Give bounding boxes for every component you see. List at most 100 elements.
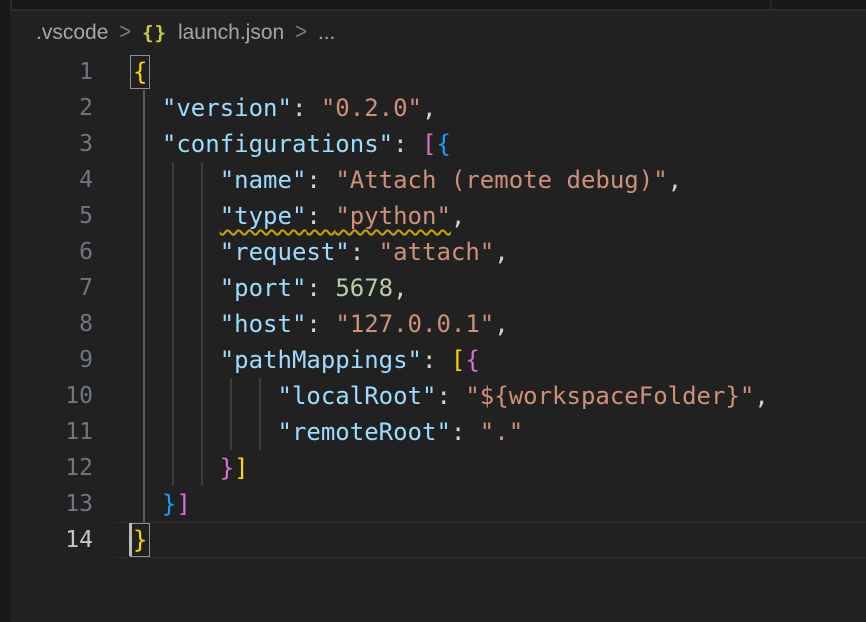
breadcrumb: .vscode > {} launch.json > ... bbox=[10, 11, 866, 54]
json-file-icon: {} bbox=[142, 22, 167, 44]
code-line[interactable]: 2 "version": "0.2.0", bbox=[10, 90, 866, 126]
code-token: } bbox=[220, 454, 234, 482]
code-line-content: { bbox=[133, 54, 147, 90]
line-number[interactable]: 9 bbox=[10, 342, 93, 378]
code-line[interactable]: 1{ bbox=[10, 54, 866, 90]
code-token: "0.2.0" bbox=[321, 94, 422, 122]
code-token: 5678 bbox=[335, 274, 393, 302]
code-area[interactable]: 1{2 "version": "0.2.0",3 "configurations… bbox=[10, 54, 866, 558]
code-token bbox=[133, 346, 220, 374]
code-token: "python" bbox=[335, 202, 451, 230]
tab-separator bbox=[770, 0, 772, 9]
line-number[interactable]: 7 bbox=[10, 270, 93, 306]
code-token: "${workspaceFolder}" bbox=[465, 382, 754, 410]
code-token: ] bbox=[234, 454, 248, 482]
code-token: ] bbox=[176, 490, 190, 518]
code-line[interactable]: 4 "name": "Attach (remote debug)", bbox=[10, 162, 866, 198]
line-number[interactable]: 10 bbox=[10, 378, 93, 414]
vscode-window: .vscode > {} launch.json > ... 1{2 "vers… bbox=[0, 0, 866, 622]
code-token: , bbox=[668, 166, 682, 194]
line-number[interactable]: 2 bbox=[10, 90, 93, 126]
code-token: : bbox=[451, 418, 480, 446]
tab-bar-edge bbox=[0, 0, 866, 9]
code-line[interactable]: 14} bbox=[10, 522, 866, 558]
code-token: , bbox=[422, 94, 436, 122]
chevron-right-icon: > bbox=[295, 19, 307, 45]
code-line[interactable]: 6 "request": "attach", bbox=[10, 234, 866, 270]
code-token: : bbox=[393, 130, 422, 158]
line-number[interactable]: 8 bbox=[10, 306, 93, 342]
code-token bbox=[133, 130, 162, 158]
code-token: : bbox=[436, 382, 465, 410]
code-token: : bbox=[306, 310, 335, 338]
code-line-content: }] bbox=[133, 450, 249, 486]
line-number[interactable]: 12 bbox=[10, 450, 93, 486]
code-token: "configurations" bbox=[162, 130, 393, 158]
chevron-right-icon: > bbox=[119, 19, 131, 45]
code-token: "version" bbox=[162, 94, 292, 122]
breadcrumb-symbol-ellipsis[interactable]: ... bbox=[318, 21, 336, 45]
code-token: , bbox=[754, 382, 768, 410]
code-line[interactable]: 5 "type": "python", bbox=[10, 198, 866, 234]
code-line-content: "pathMappings": [{ bbox=[133, 342, 480, 378]
code-token: "name" bbox=[220, 166, 307, 194]
code-token: , bbox=[393, 274, 407, 302]
line-number[interactable]: 3 bbox=[10, 126, 93, 162]
code-token: : bbox=[422, 346, 451, 374]
code-token: , bbox=[494, 238, 508, 266]
sidebar-border bbox=[10, 0, 12, 9]
code-token: : bbox=[306, 166, 335, 194]
code-line[interactable]: 12 }] bbox=[10, 450, 866, 486]
code-token: } bbox=[162, 490, 176, 518]
code-line[interactable]: 10 "localRoot": "${workspaceFolder}", bbox=[10, 378, 866, 414]
code-token bbox=[133, 202, 220, 230]
code-line[interactable]: 11 "remoteRoot": "." bbox=[10, 414, 866, 450]
code-token: [ bbox=[422, 130, 436, 158]
sidebar-edge bbox=[0, 0, 10, 622]
code-token: "attach" bbox=[379, 238, 495, 266]
line-number[interactable]: 1 bbox=[10, 54, 93, 90]
code-line-content: "type": "python", bbox=[133, 198, 465, 234]
code-line[interactable]: 7 "port": 5678, bbox=[10, 270, 866, 306]
code-line[interactable]: 9 "pathMappings": [{ bbox=[10, 342, 866, 378]
code-line-content: "request": "attach", bbox=[133, 234, 509, 270]
code-token: , bbox=[451, 202, 465, 230]
code-line[interactable]: 8 "host": "127.0.0.1", bbox=[10, 306, 866, 342]
code-line-content: "configurations": [{ bbox=[133, 126, 451, 162]
code-token: : bbox=[306, 202, 335, 230]
line-number[interactable]: 5 bbox=[10, 198, 93, 234]
editor-pane: .vscode > {} launch.json > ... 1{2 "vers… bbox=[10, 11, 866, 622]
code-line[interactable]: 13 }] bbox=[10, 486, 866, 522]
code-line-content: } bbox=[133, 522, 147, 558]
code-token: "remoteRoot" bbox=[278, 418, 451, 446]
code-token: : bbox=[350, 238, 379, 266]
code-token: "pathMappings" bbox=[220, 346, 422, 374]
code-token: { bbox=[436, 130, 450, 158]
breadcrumb-folder[interactable]: .vscode bbox=[36, 21, 108, 45]
matched-bracket: } bbox=[133, 526, 147, 554]
code-line-content: "localRoot": "${workspaceFolder}", bbox=[133, 378, 769, 414]
current-line-highlight bbox=[115, 522, 866, 558]
code-token bbox=[133, 238, 220, 266]
code-line-content: "name": "Attach (remote debug)", bbox=[133, 162, 682, 198]
line-number[interactable]: 14 bbox=[10, 522, 93, 558]
line-number[interactable]: 13 bbox=[10, 486, 93, 522]
code-token: , bbox=[494, 310, 508, 338]
code-token: "request" bbox=[220, 238, 350, 266]
line-number[interactable]: 4 bbox=[10, 162, 93, 198]
code-token bbox=[133, 454, 220, 482]
code-token: : bbox=[306, 274, 335, 302]
code-line[interactable]: 3 "configurations": [{ bbox=[10, 126, 866, 162]
line-number[interactable]: 11 bbox=[10, 414, 93, 450]
code-token: "type" bbox=[220, 202, 307, 230]
code-token: "localRoot" bbox=[278, 382, 437, 410]
breadcrumb-file[interactable]: launch.json bbox=[178, 21, 284, 45]
code-line-content: "remoteRoot": "." bbox=[133, 414, 523, 450]
line-number[interactable]: 6 bbox=[10, 234, 93, 270]
code-token: "127.0.0.1" bbox=[335, 310, 494, 338]
code-token bbox=[133, 418, 278, 446]
code-token: [ bbox=[451, 346, 465, 374]
code-token bbox=[133, 382, 278, 410]
code-token: "host" bbox=[220, 310, 307, 338]
code-token: "Attach (remote debug)" bbox=[335, 166, 667, 194]
